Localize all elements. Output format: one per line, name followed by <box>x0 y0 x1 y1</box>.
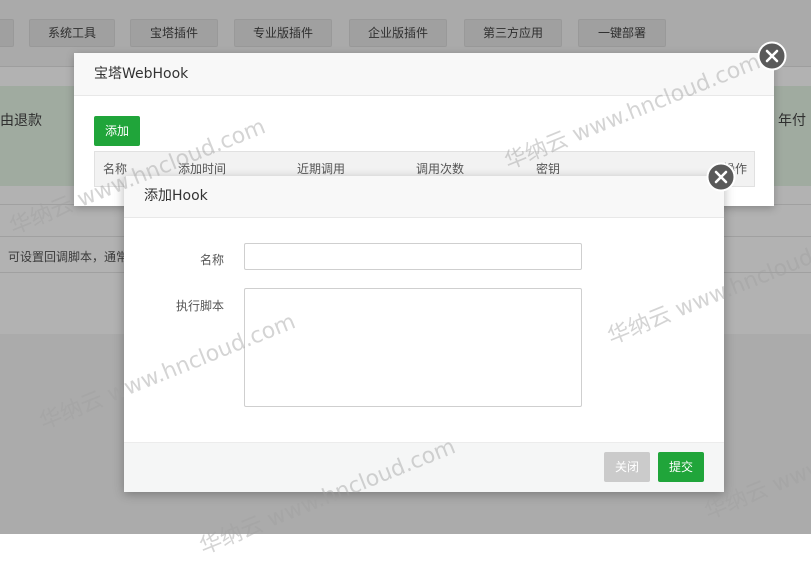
webhook-dialog-title: 宝塔WebHook <box>74 53 774 96</box>
submit-button[interactable]: 提交 <box>658 452 704 482</box>
close-icon[interactable] <box>706 162 736 192</box>
column-recent-call: 近期调用 <box>297 162 346 176</box>
dialog-footer: 关闭 提交 <box>124 442 724 492</box>
column-added-time: 添加时间 <box>178 162 227 176</box>
column-name: 名称 <box>103 162 128 176</box>
name-input[interactable] <box>244 243 582 270</box>
column-call-count: 调用次数 <box>416 162 465 176</box>
add-hook-dialog-title: 添加Hook <box>124 176 724 218</box>
script-textarea[interactable] <box>244 288 582 407</box>
name-label: 名称 <box>199 253 224 267</box>
column-key: 密钥 <box>536 162 561 176</box>
add-hook-button[interactable]: 添加 <box>94 116 140 146</box>
add-hook-dialog: 添加Hook 名称 执行脚本 关闭 提交 <box>124 176 724 492</box>
close-button[interactable]: 关闭 <box>604 452 650 482</box>
script-label: 执行脚本 <box>175 299 224 313</box>
close-icon[interactable] <box>757 41 787 71</box>
